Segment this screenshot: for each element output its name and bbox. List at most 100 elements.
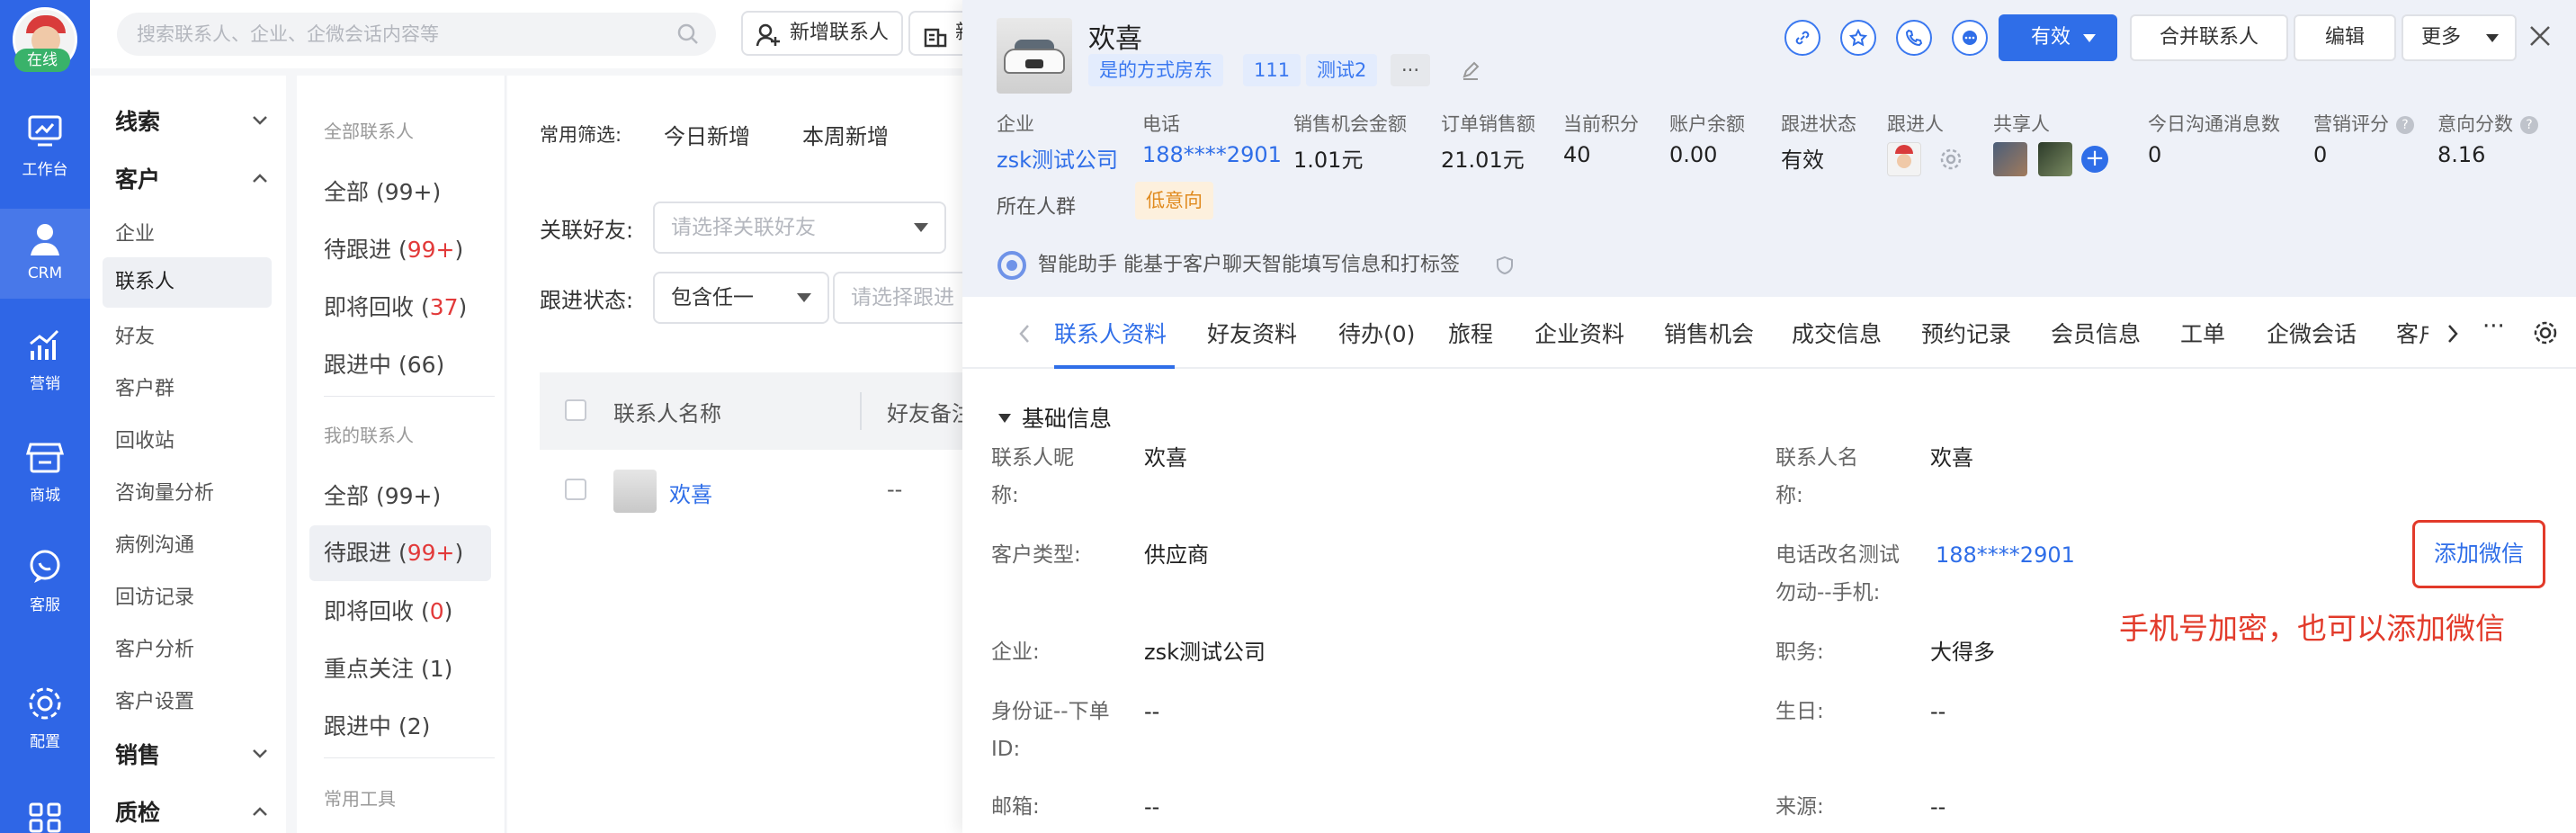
menu-item-friends[interactable]: 好友	[115, 320, 155, 349]
view-pending[interactable]: 待跟进 (99+)	[324, 232, 463, 264]
link-button[interactable]	[1784, 20, 1820, 56]
merge-contact-button[interactable]: 合并联系人	[2130, 14, 2288, 61]
menu-item-revisit-records[interactable]: 回访记录	[115, 581, 194, 610]
tab-company-profile[interactable]: 企业资料	[1534, 317, 1624, 349]
search-icon[interactable]	[676, 22, 700, 46]
select-all-checkbox[interactable]	[565, 399, 586, 421]
label-line: ID:	[991, 738, 1021, 761]
help-icon[interactable]: ?	[2396, 116, 2414, 134]
menu-item-customer-settings[interactable]: 客户设置	[115, 685, 194, 714]
status-dropdown-button[interactable]: 有效	[1999, 14, 2117, 61]
close-icon[interactable]	[2527, 23, 2553, 49]
my-view-starred[interactable]: 重点关注 (1)	[324, 651, 452, 684]
rail-item-workbench[interactable]: 工作台	[0, 112, 90, 179]
menu-group-customer[interactable]: 客户	[115, 162, 268, 194]
contact-tag[interactable]: 111	[1243, 54, 1301, 86]
view-label: 待跟进 (	[324, 237, 407, 263]
stat-value-follow-status: 有效	[1781, 148, 1824, 173]
chevron-left-icon[interactable]	[1018, 324, 1031, 344]
birthday-value: --	[1930, 699, 1946, 724]
phone-value[interactable]: 188****2901	[1936, 536, 2075, 574]
more-button[interactable]: 更多	[2402, 14, 2517, 61]
settings-icon[interactable]	[2533, 320, 2558, 345]
tab-customer[interactable]: 客户	[2396, 317, 2428, 349]
sharer-avatar[interactable]	[1993, 142, 2027, 176]
row-contact-name-link[interactable]: 欢喜	[669, 477, 712, 508]
tab-appointments[interactable]: 预约记录	[1921, 317, 2011, 349]
rail-item-crm[interactable]: CRM	[0, 209, 90, 299]
rail-item-settings[interactable]: 配置	[0, 684, 90, 751]
menu-group-qc[interactable]: 质检	[115, 795, 268, 828]
message-button[interactable]	[1952, 20, 1988, 56]
more-label: 更多	[2421, 26, 2462, 49]
tab-sales-opportunity[interactable]: 销售机会	[1664, 317, 1754, 349]
my-view-recycling-soon[interactable]: 即将回收 (0)	[324, 594, 452, 626]
menu-item-recycle-bin[interactable]: 回收站	[115, 425, 174, 453]
menu-item-company[interactable]: 企业	[115, 218, 155, 246]
favorite-button[interactable]	[1840, 20, 1876, 56]
stat-value-phone[interactable]: 188****2901	[1142, 142, 1282, 167]
rail-item-mall[interactable]: 商城	[0, 437, 90, 505]
tab-todo[interactable]: 待办(0)	[1338, 317, 1415, 349]
add-contact-button[interactable]: 新增联系人	[741, 11, 904, 56]
caret-down-icon	[2486, 34, 2499, 42]
rail-label: 营销	[30, 375, 60, 393]
menu-item-case-communication[interactable]: 病例沟通	[115, 529, 194, 558]
view-recycling-soon[interactable]: 即将回收 (37)	[324, 290, 467, 322]
add-contact-label: 新增联系人	[790, 22, 890, 44]
search-input[interactable]: 搜索联系人、企业、企微会话内容等	[117, 13, 716, 56]
all-contacts-title: 全部联系人	[324, 121, 414, 142]
contact-tag[interactable]: 是的方式房东	[1088, 54, 1223, 86]
tab-contact-profile[interactable]: 联系人资料	[1054, 317, 1167, 349]
menu-item-contacts[interactable]: 联系人	[103, 257, 272, 308]
caret-down-icon	[2083, 34, 2096, 42]
tab-membership[interactable]: 会员信息	[2051, 317, 2141, 349]
filter-week-new[interactable]: 本周新增	[802, 119, 889, 150]
gear-icon[interactable]	[1939, 148, 1963, 171]
tab-tickets[interactable]: 工单	[2180, 317, 2225, 349]
menu-item-customer-analysis[interactable]: 客户分析	[115, 633, 194, 662]
call-button[interactable]	[1896, 20, 1932, 56]
follow-mode-select[interactable]: 包含任一	[653, 272, 829, 324]
phone-label: 电话改名测试 勿动--手机:	[1775, 536, 1900, 612]
view-all[interactable]: 全部 (99+)	[324, 175, 441, 207]
menu-group-clue[interactable]: 线索	[115, 104, 268, 137]
my-view-all[interactable]: 全部 (99+)	[324, 479, 441, 511]
online-status-badge: 在线	[14, 49, 70, 72]
menu-item-inquiry-analysis[interactable]: 咨询量分析	[115, 477, 214, 506]
more-tabs-icon[interactable]: ···	[2482, 313, 2505, 340]
tab-deal-info[interactable]: 成交信息	[1792, 317, 1882, 349]
add-sharer-button[interactable]: +	[2081, 146, 2108, 173]
chevron-right-icon[interactable]	[2446, 324, 2459, 344]
menu-group-label: 销售	[115, 742, 161, 768]
tab-wecom-chats[interactable]: 企微会话	[2267, 317, 2357, 349]
my-view-pending[interactable]: 待跟进 (99+)	[309, 525, 491, 581]
rail-item-service[interactable]: 客服	[0, 547, 90, 614]
crowd-tag[interactable]: 低意向	[1135, 182, 1213, 219]
follower-avatar[interactable]	[1887, 142, 1921, 176]
assistant-icon	[997, 251, 1026, 280]
edit-tags-icon[interactable]	[1461, 61, 1480, 81]
menu-group-sales[interactable]: 销售	[115, 738, 268, 770]
assistant-text[interactable]: 智能助手 能基于客户聊天智能填写信息和打标签	[1038, 248, 1460, 277]
menu-item-customer-groups[interactable]: 客户群	[115, 372, 174, 401]
rail-item-marketing[interactable]: 营销	[0, 326, 90, 393]
tab-journey[interactable]: 旅程	[1448, 317, 1493, 349]
label-line: 称:	[991, 484, 1019, 507]
row-checkbox[interactable]	[565, 479, 586, 500]
filter-today-new[interactable]: 今日新增	[664, 119, 750, 150]
contact-tag[interactable]: 测试2	[1306, 54, 1378, 86]
add-wechat-button[interactable]: 添加微信	[2412, 520, 2545, 588]
view-following[interactable]: 跟进中 (66)	[324, 347, 444, 380]
stat-value-company[interactable]: zsk测试公司	[997, 142, 1118, 174]
sharer-avatar[interactable]	[2038, 142, 2072, 176]
basic-info-section-header[interactable]: 基础信息	[998, 401, 1112, 434]
friend-select[interactable]: 请选择关联好友	[653, 202, 946, 254]
help-icon[interactable]: ?	[2520, 116, 2538, 134]
more-tags-button[interactable]: ···	[1391, 54, 1431, 86]
my-view-following[interactable]: 跟进中 (2)	[324, 709, 430, 741]
rail-item-apps[interactable]	[0, 799, 90, 833]
edit-button[interactable]: 编辑	[2294, 14, 2396, 61]
tab-friend-profile[interactable]: 好友资料	[1207, 317, 1297, 349]
left-rail: 在线 工作台 CRM 营销 商城 客服 配置	[0, 0, 90, 833]
